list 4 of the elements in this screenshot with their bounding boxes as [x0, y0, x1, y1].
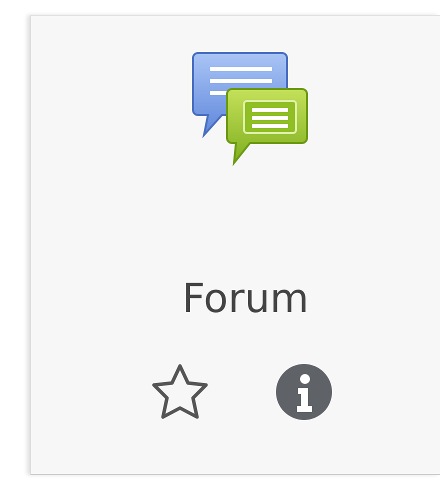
chat-bubbles-icon	[192, 51, 310, 167]
info-icon[interactable]	[276, 364, 332, 420]
star-icon[interactable]	[150, 363, 210, 421]
activity-title[interactable]: Forum	[182, 275, 309, 323]
